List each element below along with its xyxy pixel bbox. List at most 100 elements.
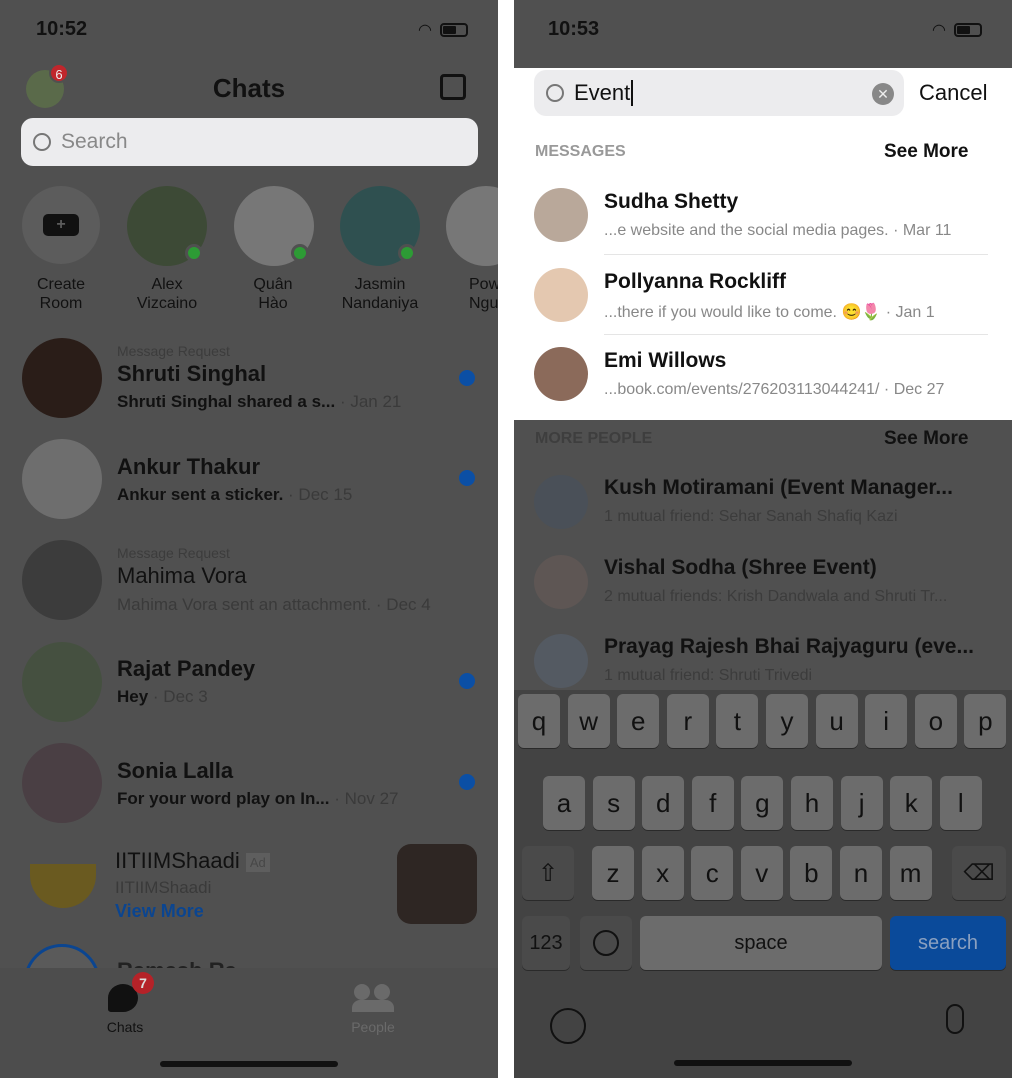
chat-row[interactable]: Rajat Pandey Hey · Dec 3 (0, 640, 498, 724)
microphone-icon[interactable] (946, 1004, 964, 1034)
chat-preview: Shruti Singhal shared a s... (117, 392, 336, 411)
key[interactable]: p (964, 694, 1007, 748)
message-result[interactable]: Pollyanna Rockliff ...there if you would… (514, 260, 1012, 336)
chat-row[interactable]: Message Request Shruti Singhal Shruti Si… (0, 336, 498, 420)
key[interactable]: r (666, 694, 709, 748)
view-more-link[interactable]: View More (115, 901, 204, 922)
key[interactable]: n (840, 846, 882, 900)
battery-icon (440, 23, 468, 37)
avatar (534, 347, 588, 401)
chat-row[interactable]: Message Request Mahima Vora Mahima Vora … (0, 538, 498, 622)
message-result[interactable]: Sudha Shetty ...e website and the social… (514, 180, 1012, 256)
key[interactable]: j (840, 776, 883, 830)
ad-row[interactable]: IITIIMShaadi Ad IITIIMShaadi View More (0, 842, 498, 926)
result-preview: ...there if you would like to come. 😊🌷 ·… (604, 304, 935, 321)
tab-chats[interactable]: 7 Chats (90, 972, 160, 1035)
avatar (22, 743, 102, 823)
key[interactable]: s (592, 776, 635, 830)
avatar (534, 188, 588, 242)
chat-row[interactable]: Sonia Lalla For your word play on In... … (0, 741, 498, 825)
key-space[interactable]: space (640, 916, 882, 970)
key[interactable]: a (543, 776, 585, 830)
see-more-messages-button[interactable]: See More (884, 141, 968, 163)
key[interactable]: x (641, 846, 684, 900)
message-result[interactable]: Emi Willows ...book.com/events/276203113… (514, 339, 1012, 415)
search-value: Event (574, 80, 634, 106)
clear-icon[interactable]: ✕ (872, 83, 894, 105)
person-result[interactable]: Vishal Sodha (Shree Event) 2 mutual frie… (514, 550, 1012, 616)
search-icon (33, 133, 51, 151)
globe-icon[interactable] (550, 1008, 586, 1044)
cancel-button[interactable]: Cancel (919, 80, 987, 106)
avatar (534, 555, 588, 609)
key[interactable]: e (617, 694, 660, 748)
key-search[interactable]: search (890, 916, 1006, 970)
key-backspace[interactable]: ⌫ (952, 846, 1006, 900)
chat-name: Rajat Pandey (117, 656, 256, 681)
result-name: Prayag Rajesh Bhai Rajyaguru (eve... (604, 635, 974, 658)
story-label: Jasmin Nandaniya (341, 276, 419, 312)
key[interactable]: t (716, 694, 759, 748)
key[interactable]: m (889, 846, 932, 900)
key-shift[interactable]: ⇧ (522, 846, 574, 900)
result-sub: 1 mutual friend: Sehar Sanah Shafiq Kazi (604, 508, 898, 525)
story-label: Quân Hào (253, 276, 293, 312)
divider (604, 254, 988, 255)
story-avatar[interactable] (446, 186, 498, 266)
key[interactable]: o (914, 694, 957, 748)
avatar (534, 268, 588, 322)
key[interactable]: f (691, 776, 734, 830)
home-indicator (160, 1061, 338, 1067)
avatar (22, 439, 102, 519)
online-indicator (291, 244, 309, 262)
result-name: Vishal Sodha (Shree Event) (604, 556, 877, 579)
key[interactable]: z (592, 846, 634, 900)
backspace-icon: ⌫ (963, 860, 995, 885)
result-name: Pollyanna Rockliff (604, 270, 787, 293)
result-preview: ...book.com/events/276203113044241/ · De… (604, 381, 945, 398)
person-result[interactable]: Kush Motiramani (Event Manager... 1 mutu… (514, 470, 1012, 536)
person-result[interactable]: Prayag Rajesh Bhai Rajyaguru (eve... 1 m… (514, 629, 1012, 695)
key[interactable]: i (865, 694, 908, 748)
ad-name: IITIIMShaadi (115, 848, 240, 873)
result-name: Sudha Shetty (604, 190, 739, 213)
chat-preview: Mahima Vora sent an attachment. (117, 595, 372, 614)
story-label: PowNguyê (469, 276, 498, 312)
compose-icon[interactable] (440, 74, 466, 100)
tab-bar: 7 Chats People (0, 968, 498, 1078)
see-more-people-button[interactable]: See More (884, 428, 968, 450)
tab-label: People (351, 1019, 395, 1035)
unread-dot (459, 673, 475, 689)
key[interactable]: u (815, 694, 858, 748)
unread-dot (459, 774, 475, 790)
key[interactable]: q (518, 694, 560, 748)
create-room-button[interactable]: + (22, 186, 100, 264)
key[interactable]: k (890, 776, 933, 830)
key[interactable]: c (691, 846, 734, 900)
ad-image (397, 844, 477, 924)
wifi-icon: ◠ (418, 22, 432, 39)
search-input[interactable]: Event ✕ (534, 70, 904, 116)
key[interactable]: g (741, 776, 784, 830)
search-input[interactable]: Search (21, 118, 478, 166)
chat-date: · Jan 21 (335, 392, 402, 411)
key[interactable]: y (766, 694, 808, 748)
key[interactable]: b (790, 846, 833, 900)
divider (604, 334, 988, 335)
chat-name: Sonia Lalla (117, 758, 234, 783)
message-request-label: Message Request (117, 343, 230, 359)
status-time: 10:53 (548, 18, 600, 40)
ad-sub: IITIIMShaadi (115, 878, 212, 897)
key-emoji[interactable] (580, 916, 632, 970)
key[interactable]: l (939, 776, 982, 830)
key[interactable]: d (642, 776, 685, 830)
search-results-panel: Event ✕ Cancel MESSAGES See More Sudha S… (514, 68, 1012, 420)
key-numbers[interactable]: 123 (522, 916, 570, 970)
search-icon (546, 84, 564, 102)
chat-row[interactable]: Ankur Thakur Ankur sent a sticker. · Dec… (0, 437, 498, 521)
key[interactable]: h (791, 776, 833, 830)
avatar (22, 540, 102, 620)
key[interactable]: v (740, 846, 783, 900)
tab-people[interactable]: People (338, 974, 408, 1035)
key[interactable]: w (567, 694, 610, 748)
